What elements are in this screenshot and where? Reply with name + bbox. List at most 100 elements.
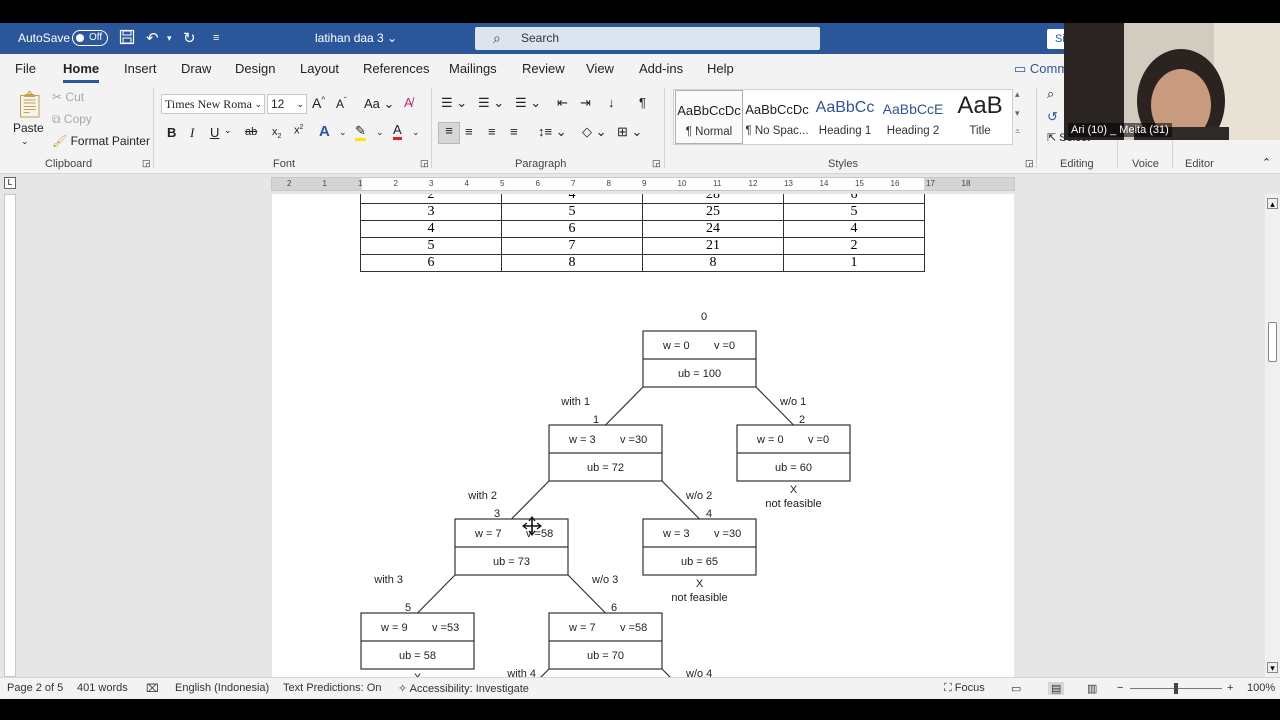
tab-layout[interactable]: Layout xyxy=(300,61,339,76)
tree-node[interactable]: w = 9 v =53 ub = 58 xyxy=(360,612,475,670)
style-title[interactable]: AaB Title xyxy=(946,90,1014,144)
tab-file[interactable]: File xyxy=(15,61,36,76)
tab-design[interactable]: Design xyxy=(235,61,275,76)
zoom-level[interactable]: 100% xyxy=(1247,682,1275,694)
zoom-in-icon[interactable]: + xyxy=(1227,682,1233,694)
scroll-thumb[interactable] xyxy=(1268,322,1277,362)
undo-icon[interactable]: ↶ xyxy=(146,29,159,47)
paragraph-launcher-icon[interactable]: ◲ xyxy=(652,158,661,169)
search-input[interactable]: ⌕ Search xyxy=(475,27,820,50)
tree-node[interactable]: w = 0 v =0 ub = 60 xyxy=(736,424,851,482)
tree-node[interactable]: w = 3 v =30 ub = 72 xyxy=(548,424,663,482)
scroll-up-icon[interactable]: ▴ xyxy=(1267,198,1278,209)
clipboard-launcher-icon[interactable]: ◲ xyxy=(142,158,151,169)
font-color-dropdown-icon[interactable]: ⌄ xyxy=(412,127,420,138)
undo-dropdown-icon[interactable]: ▾ xyxy=(167,33,172,44)
tree-node[interactable]: w = 7 v =58 ub = 70 xyxy=(548,612,663,670)
tree-node[interactable]: w = 3 v =30 ub = 65 xyxy=(642,518,757,576)
align-center-button[interactable]: ≡ xyxy=(465,124,473,139)
tab-selector[interactable]: L xyxy=(4,177,16,189)
document-page[interactable]: 2 4 28 6 3 5 25 5 4 6 24 4 5 7 21 2 6 8 8 1 w = 0v =0 ub = 1… xyxy=(272,194,1014,677)
page-count[interactable]: Page 2 of 5 xyxy=(7,682,63,694)
styles-more-icon[interactable]: ⩡ xyxy=(1015,126,1020,137)
tab-review[interactable]: Review xyxy=(522,61,565,76)
subscript-button[interactable]: x2 xyxy=(272,126,281,140)
font-name-field[interactable]: Times New Roma ⌄ xyxy=(161,94,265,114)
change-case-button[interactable]: Aa ⌄ xyxy=(364,96,394,112)
text-effects-dropdown-icon[interactable]: ⌄ xyxy=(339,127,347,138)
styles-scroll-down-icon[interactable]: ▾ xyxy=(1015,108,1020,119)
style-normal[interactable]: AaBbCcDc ¶ Normal xyxy=(675,90,743,144)
underline-button[interactable]: U xyxy=(210,125,219,140)
zoom-out-icon[interactable]: − xyxy=(1117,682,1123,694)
tab-help[interactable]: Help xyxy=(707,61,734,76)
comments-button[interactable]: ▭ Comm xyxy=(1014,61,1068,77)
tree-node[interactable]: w = 7 v =58 ub = 73 xyxy=(454,518,569,576)
show-formatting-icon[interactable]: ¶ xyxy=(639,95,646,110)
italic-button[interactable]: I xyxy=(190,125,194,141)
shading-icon[interactable]: ◇ ⌄ xyxy=(582,124,607,140)
collapse-ribbon-icon[interactable]: ⌃ xyxy=(1262,156,1271,169)
align-right-button[interactable]: ≡ xyxy=(488,124,496,139)
decrease-indent-icon[interactable]: ⇤ xyxy=(557,95,568,111)
text-predictions-status[interactable]: Text Predictions: On xyxy=(283,682,381,694)
clear-formatting-icon[interactable]: A̸ xyxy=(404,95,413,110)
tab-home[interactable]: Home xyxy=(63,61,100,83)
document-title[interactable]: latihan daa 3 ⌄ xyxy=(315,31,397,45)
superscript-button[interactable]: x2 xyxy=(294,124,303,137)
bold-button[interactable]: B xyxy=(167,125,176,140)
styles-scroll-up-icon[interactable]: ▴ xyxy=(1015,89,1020,100)
tab-insert[interactable]: Insert xyxy=(124,61,157,76)
proofing-icon[interactable]: ⌧ xyxy=(146,682,159,695)
increase-indent-icon[interactable]: ⇥ xyxy=(580,95,591,111)
tab-references[interactable]: References xyxy=(363,61,429,76)
tree-node[interactable]: w = 0 v =0 ub = 100 xyxy=(642,330,757,388)
font-launcher-icon[interactable]: ◲ xyxy=(420,158,429,169)
grow-font-button[interactable]: A^ xyxy=(312,95,325,111)
bullets-icon[interactable]: ☰ ⌄ xyxy=(441,95,467,111)
save-icon[interactable] xyxy=(119,29,135,49)
scroll-down-icon[interactable]: ▾ xyxy=(1267,662,1278,673)
cut-button[interactable]: ✂ Cut xyxy=(52,90,84,104)
highlight-icon[interactable]: ✎ xyxy=(355,124,366,141)
vertical-scrollbar[interactable]: ▴ ▾ xyxy=(1265,194,1280,677)
customize-toolbar-icon[interactable]: ≡ xyxy=(213,32,219,44)
underline-dropdown-icon[interactable]: ⌄ xyxy=(224,125,232,136)
accessibility-status[interactable]: ✧ Accessibility: Investigate xyxy=(398,682,529,695)
tab-draw[interactable]: Draw xyxy=(181,61,211,76)
word-count[interactable]: 401 words xyxy=(77,682,128,694)
shrink-font-button[interactable]: Aˇ xyxy=(336,96,347,111)
web-layout-icon[interactable]: ▥ xyxy=(1087,682,1097,695)
text-effects-icon[interactable]: A xyxy=(319,123,330,140)
font-color-icon[interactable]: A xyxy=(393,123,402,140)
strikethrough-button[interactable]: ab xyxy=(245,126,257,138)
focus-button[interactable]: ⛶ Focus xyxy=(944,682,985,695)
zoom-slider-thumb[interactable] xyxy=(1174,683,1178,694)
redo-icon[interactable]: ↻ xyxy=(183,29,196,47)
read-mode-icon[interactable]: ▭ xyxy=(1011,682,1021,695)
find-icon[interactable]: ⌕ xyxy=(1047,86,1054,102)
style-no-spacing[interactable]: AaBbCcDc ¶ No Spac... xyxy=(743,90,811,144)
multilevel-list-icon[interactable]: ☰ ⌄ xyxy=(515,95,541,111)
numbering-icon[interactable]: ☰ ⌄ xyxy=(478,95,504,111)
style-heading-2[interactable]: AaBbCcE Heading 2 xyxy=(879,90,947,144)
line-spacing-icon[interactable]: ↕≡ ⌄ xyxy=(538,124,567,140)
styles-launcher-icon[interactable]: ◲ xyxy=(1025,158,1034,169)
tab-add-ins[interactable]: Add-ins xyxy=(639,61,683,76)
tab-view[interactable]: View xyxy=(586,61,614,76)
justify-button[interactable]: ≡ xyxy=(510,124,518,139)
paste-button[interactable]: Paste xyxy=(13,121,44,135)
copy-button[interactable]: ⧉ Copy xyxy=(52,112,92,127)
print-layout-icon[interactable]: ▤ xyxy=(1048,682,1065,695)
sort-icon[interactable]: ↓ xyxy=(608,95,615,110)
style-heading-1[interactable]: AaBbCc Heading 1 xyxy=(811,90,879,144)
replace-icon[interactable]: ↺ xyxy=(1047,109,1058,125)
language-status[interactable]: English (Indonesia) xyxy=(175,682,269,694)
autosave-toggle[interactable]: Off xyxy=(72,30,108,46)
highlight-dropdown-icon[interactable]: ⌄ xyxy=(376,127,384,138)
align-left-button[interactable]: ≡ xyxy=(438,122,460,144)
font-size-field[interactable]: 12 ⌄ xyxy=(267,94,307,114)
paste-dropdown-icon[interactable]: ⌄ xyxy=(21,136,29,147)
borders-icon[interactable]: ⊞ ⌄ xyxy=(617,124,642,140)
paste-icon[interactable]: 📋︎ xyxy=(13,89,46,120)
